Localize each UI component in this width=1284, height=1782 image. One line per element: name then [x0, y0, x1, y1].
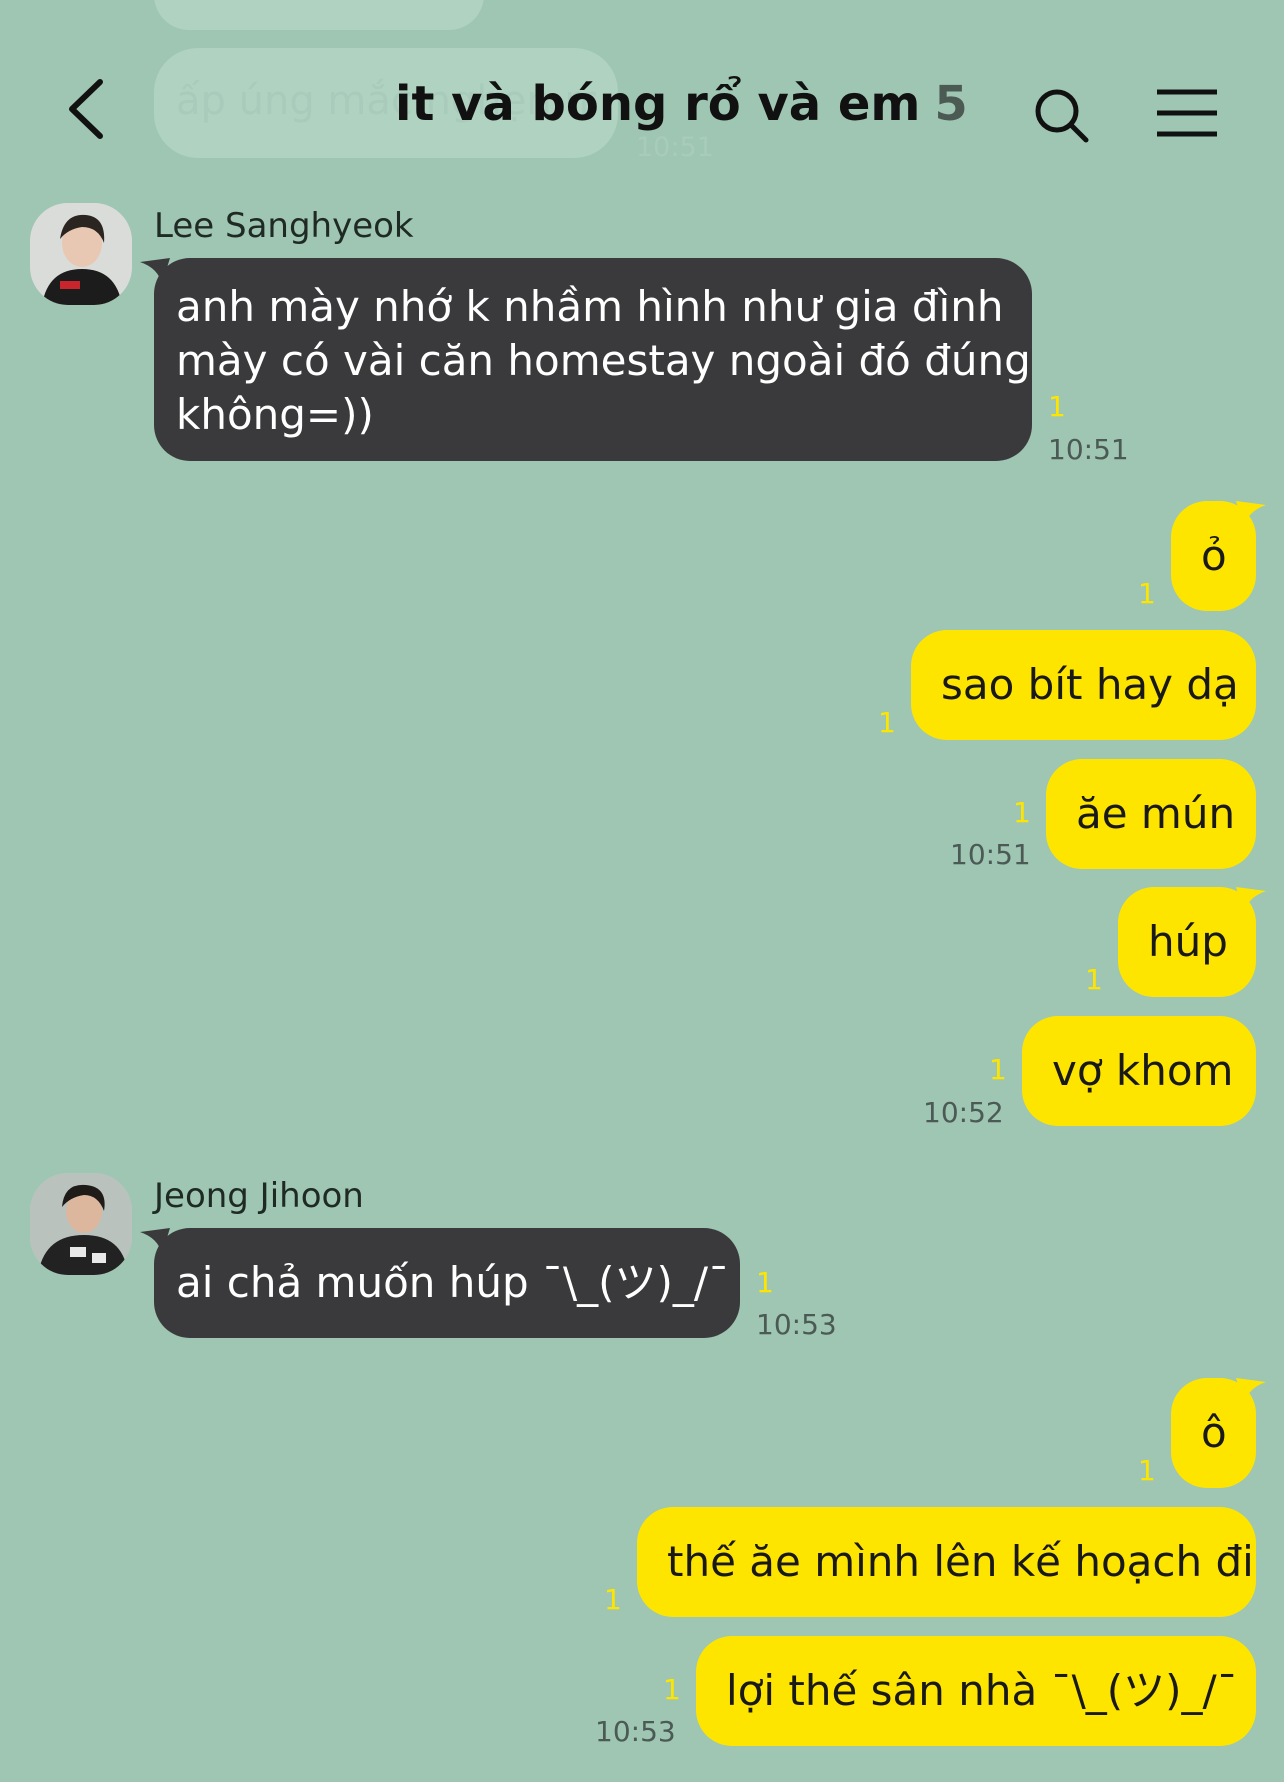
message-time: 10:52	[923, 1096, 1004, 1129]
message-text: sao bít hay dạ	[941, 660, 1239, 709]
message-bubble[interactable]: húp	[1118, 887, 1256, 997]
search-button[interactable]	[1032, 86, 1092, 146]
message-text: lợi thế sân nhà ¯\_(ツ)_/¯	[726, 1666, 1238, 1715]
message-text: ai chả muốn húp ¯\_(ツ)_/¯	[176, 1258, 730, 1307]
chevron-left-icon	[69, 79, 103, 139]
message-bubble[interactable]: vợ khom	[1022, 1016, 1256, 1126]
message-text: ăe mún	[1076, 789, 1236, 838]
unread-count: 1	[1138, 1454, 1156, 1487]
message-text: húp	[1148, 917, 1228, 966]
unread-count: 1	[1013, 796, 1031, 829]
message-time: 10:51	[950, 838, 1031, 871]
message-text: ỏ	[1201, 531, 1227, 580]
message-text: thế ăe mình lên kế hoạch đi	[667, 1537, 1254, 1586]
message-bubble[interactable]: thế ăe mình lên kế hoạch đi	[637, 1507, 1256, 1617]
avatar-lee-sanghyeok[interactable]	[30, 203, 132, 305]
message-text: vợ khom	[1052, 1046, 1234, 1095]
chat-title: it và bóng rổ và em 5	[395, 76, 968, 132]
message-line: anh mày nhớ k nhầm hình như gia đình	[176, 282, 1004, 331]
unread-count: 1	[878, 706, 896, 739]
search-icon	[1035, 89, 1089, 143]
faded-message-bubble-top	[154, 0, 484, 30]
profile-photo-lee-sanghyeok	[30, 203, 132, 305]
message-text: ô	[1201, 1408, 1227, 1457]
message-line: mày có vài căn homestay ngoài đó đúng	[176, 336, 1031, 385]
unread-count: 1	[663, 1673, 681, 1706]
sender-name: Jeong Jihoon	[154, 1176, 364, 1216]
message-bubble[interactable]: lợi thế sân nhà ¯\_(ツ)_/¯	[696, 1636, 1256, 1746]
hamburger-menu-icon	[1157, 89, 1217, 137]
message-bubble[interactable]: sao bít hay dạ	[911, 630, 1256, 740]
message-bubble[interactable]: ỏ	[1171, 501, 1256, 611]
unread-count: 1	[604, 1583, 622, 1616]
avatar-jeong-jihoon[interactable]	[30, 1173, 132, 1275]
message-time: 10:53	[595, 1715, 676, 1748]
unread-count: 1	[989, 1053, 1007, 1086]
unread-count: 1	[1085, 963, 1103, 996]
unread-count: 1	[1048, 390, 1066, 423]
message-line: không=))	[176, 390, 374, 439]
profile-photo-jeong-jihoon	[30, 1173, 132, 1275]
unread-count: 1	[1138, 577, 1156, 610]
back-button[interactable]	[60, 74, 120, 144]
message-bubble[interactable]: ăe mún	[1046, 759, 1256, 869]
message-bubble[interactable]: ô	[1171, 1378, 1256, 1488]
unread-count: 1	[756, 1266, 774, 1299]
message-bubble[interactable]: anh mày nhớ k nhầm hình như gia đình mày…	[154, 258, 1032, 461]
member-count: 5	[934, 76, 968, 132]
message-time: 10:53	[756, 1308, 837, 1341]
message-bubble[interactable]: ai chả muốn húp ¯\_(ツ)_/¯	[154, 1228, 740, 1338]
menu-button[interactable]	[1155, 86, 1219, 140]
chat-header: it và bóng rổ và em 5	[0, 40, 1284, 170]
message-time: 10:51	[1048, 433, 1129, 466]
chat-name: it và bóng rổ và em	[395, 76, 921, 132]
sender-name: Lee Sanghyeok	[154, 206, 414, 246]
